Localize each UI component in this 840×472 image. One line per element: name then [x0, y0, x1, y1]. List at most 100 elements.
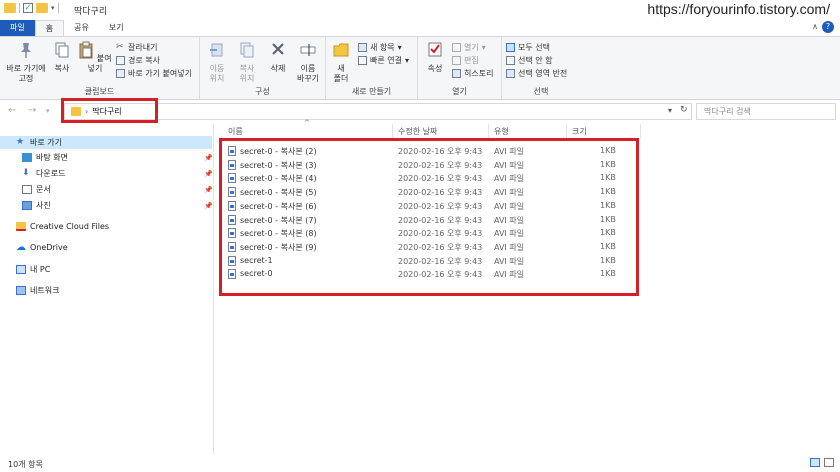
open-button[interactable]: 열기 ▾: [452, 42, 486, 53]
nav-pictures[interactable]: 사진: [22, 200, 51, 211]
new-folder-icon[interactable]: [36, 3, 48, 13]
customize-toolbar-chevron-icon[interactable]: ▾: [51, 4, 55, 12]
sort-ascending-icon: ^: [304, 119, 310, 127]
open-group: 속성 열기 ▾ 편집 히스토리 열기: [418, 37, 502, 99]
new-group-label: 새로 만들기: [351, 87, 392, 96]
separator: [19, 3, 20, 13]
nav-quick-access-label: 바로 가기: [30, 138, 62, 147]
delete-button[interactable]: 삭제: [266, 41, 290, 74]
cut-button[interactable]: ✂ 잘라내기: [116, 42, 157, 53]
column-header-type[interactable]: 유형: [494, 126, 509, 137]
tab-view[interactable]: 보기: [99, 20, 134, 36]
tab-file[interactable]: 파일: [0, 20, 35, 36]
pin-quick-access-button[interactable]: 바로 가기에 고정: [4, 41, 48, 84]
nav-onedrive[interactable]: ☁ OneDrive: [16, 243, 68, 253]
tab-home[interactable]: 홈: [34, 20, 65, 36]
new-folder-label: 새 폴더: [333, 64, 349, 83]
column-divider[interactable]: [640, 124, 641, 138]
nav-quick-access[interactable]: ★ 바로 가기: [0, 136, 212, 149]
open-chevron-icon: ▾: [481, 43, 486, 52]
forward-arrow-icon[interactable]: →: [28, 105, 36, 116]
clipboard-group: 바로 가기에 고정 복사 붙여넣기 ✂ 잘라내기 경로 복사 바로 가기 붙여넣…: [0, 37, 200, 99]
select-group-label: 선택: [533, 87, 549, 96]
nav-downloads[interactable]: ⬇ 다운로드: [22, 168, 65, 179]
delete-label: 삭제: [270, 64, 286, 73]
nav-creative-cloud[interactable]: Creative Cloud Files: [16, 222, 109, 231]
properties-button[interactable]: 속성: [424, 41, 446, 74]
column-header-date[interactable]: 수정한 날짜: [398, 126, 437, 137]
ribbon-collapse-chevron-icon[interactable]: ∧: [812, 22, 818, 31]
new-item-chevron-icon: ▾: [397, 43, 402, 52]
column-header-name[interactable]: 이름: [228, 126, 243, 137]
column-divider[interactable]: [566, 124, 567, 138]
desktop-icon: [22, 153, 32, 162]
rename-icon: [300, 44, 316, 56]
column-header-size[interactable]: 크기: [572, 126, 587, 137]
properties-check-icon: [428, 42, 442, 57]
pin-icon: [21, 43, 31, 58]
ribbon-tabs: 파일 홈 공유 보기: [0, 20, 840, 36]
nav-pictures-label: 사진: [36, 201, 51, 210]
back-arrow-icon[interactable]: ←: [8, 105, 16, 116]
new-item-icon: [358, 43, 367, 52]
star-icon: ★: [16, 137, 25, 147]
select-none-label: 선택 안 함: [518, 56, 553, 65]
column-divider[interactable]: [488, 124, 489, 138]
refresh-icon[interactable]: ↻: [680, 105, 688, 115]
folder-icon[interactable]: [4, 3, 16, 13]
edit-button[interactable]: 편집: [452, 55, 479, 66]
nav-desktop[interactable]: 바탕 화면: [22, 152, 68, 163]
new-group: 새 폴더 새 항목 ▾ 빠른 연결 ▾ 새로 만들기: [326, 37, 418, 99]
copy-to-button[interactable]: 복사 위치: [234, 41, 260, 84]
nav-creative-cloud-label: Creative Cloud Files: [30, 222, 110, 231]
network-icon: [16, 286, 26, 295]
column-divider[interactable]: [392, 124, 393, 138]
copy-button[interactable]: 복사: [50, 41, 74, 74]
invert-selection-label: 선택 영역 반전: [518, 69, 568, 78]
edit-label: 편집: [464, 56, 479, 65]
window-title: 딱다구리: [74, 7, 108, 17]
nav-documents-label: 문서: [36, 185, 51, 194]
select-group: 모두 선택 선택 안 함 선택 영역 반전 선택: [502, 37, 580, 99]
new-item-label: 새 항목: [370, 43, 395, 52]
help-icon[interactable]: ?: [822, 21, 834, 33]
nav-this-pc[interactable]: 내 PC: [16, 264, 50, 275]
properties-check-icon[interactable]: ✓: [23, 3, 33, 13]
organize-group-label: 구성: [255, 87, 270, 96]
nav-documents[interactable]: 문서: [22, 184, 51, 195]
title-bar: ✓ ▾ 딱다구리 https://foryourinfo.tistory.com…: [0, 0, 840, 20]
tab-share[interactable]: 공유: [64, 20, 99, 36]
easy-access-button[interactable]: 빠른 연결 ▾: [358, 55, 409, 66]
copy-to-label: 복사 위치: [239, 64, 255, 83]
invert-selection-icon: [506, 69, 515, 78]
select-none-button[interactable]: 선택 안 함: [506, 55, 553, 66]
details-view-icon[interactable]: [810, 458, 820, 467]
invert-selection-button[interactable]: 선택 영역 반전: [506, 68, 567, 79]
copy-label: 복사: [54, 64, 70, 73]
move-to-button[interactable]: 이동 위치: [204, 41, 230, 84]
copy-path-button[interactable]: 경로 복사: [116, 55, 160, 66]
address-history-chevron-icon[interactable]: ▾: [668, 106, 672, 115]
copy-to-icon: [240, 42, 254, 58]
pin-icon[interactable]: 📌: [204, 202, 213, 210]
address-bar[interactable]: › 딱다구리: [64, 103, 692, 120]
new-item-button[interactable]: 새 항목 ▾: [358, 42, 402, 53]
large-icons-view-icon[interactable]: [824, 458, 834, 467]
paste-shortcut-button[interactable]: 바로 가기 붙여넣기: [116, 68, 192, 79]
paste-shortcut-icon: [116, 69, 125, 78]
search-input[interactable]: 딱다구리 검색: [696, 103, 836, 120]
new-folder-button[interactable]: 새 폴더: [330, 41, 352, 84]
recent-chevron-icon[interactable]: ▾: [46, 107, 50, 115]
history-icon: [452, 69, 461, 78]
nav-onedrive-label: OneDrive: [30, 243, 68, 252]
nav-desktop-label: 바탕 화면: [36, 153, 68, 162]
rename-button[interactable]: 이름 바꾸기: [294, 41, 322, 84]
separator: [57, 3, 59, 13]
pin-icon[interactable]: 📌: [204, 170, 213, 178]
pin-icon[interactable]: 📌: [204, 186, 213, 194]
nav-network[interactable]: 네트워크: [16, 285, 59, 296]
select-all-button[interactable]: 모두 선택: [506, 42, 550, 53]
history-button[interactable]: 히스토리: [452, 68, 493, 79]
pin-icon[interactable]: 📌: [204, 154, 213, 162]
paste-button[interactable]: 붙여넣기: [78, 41, 112, 74]
